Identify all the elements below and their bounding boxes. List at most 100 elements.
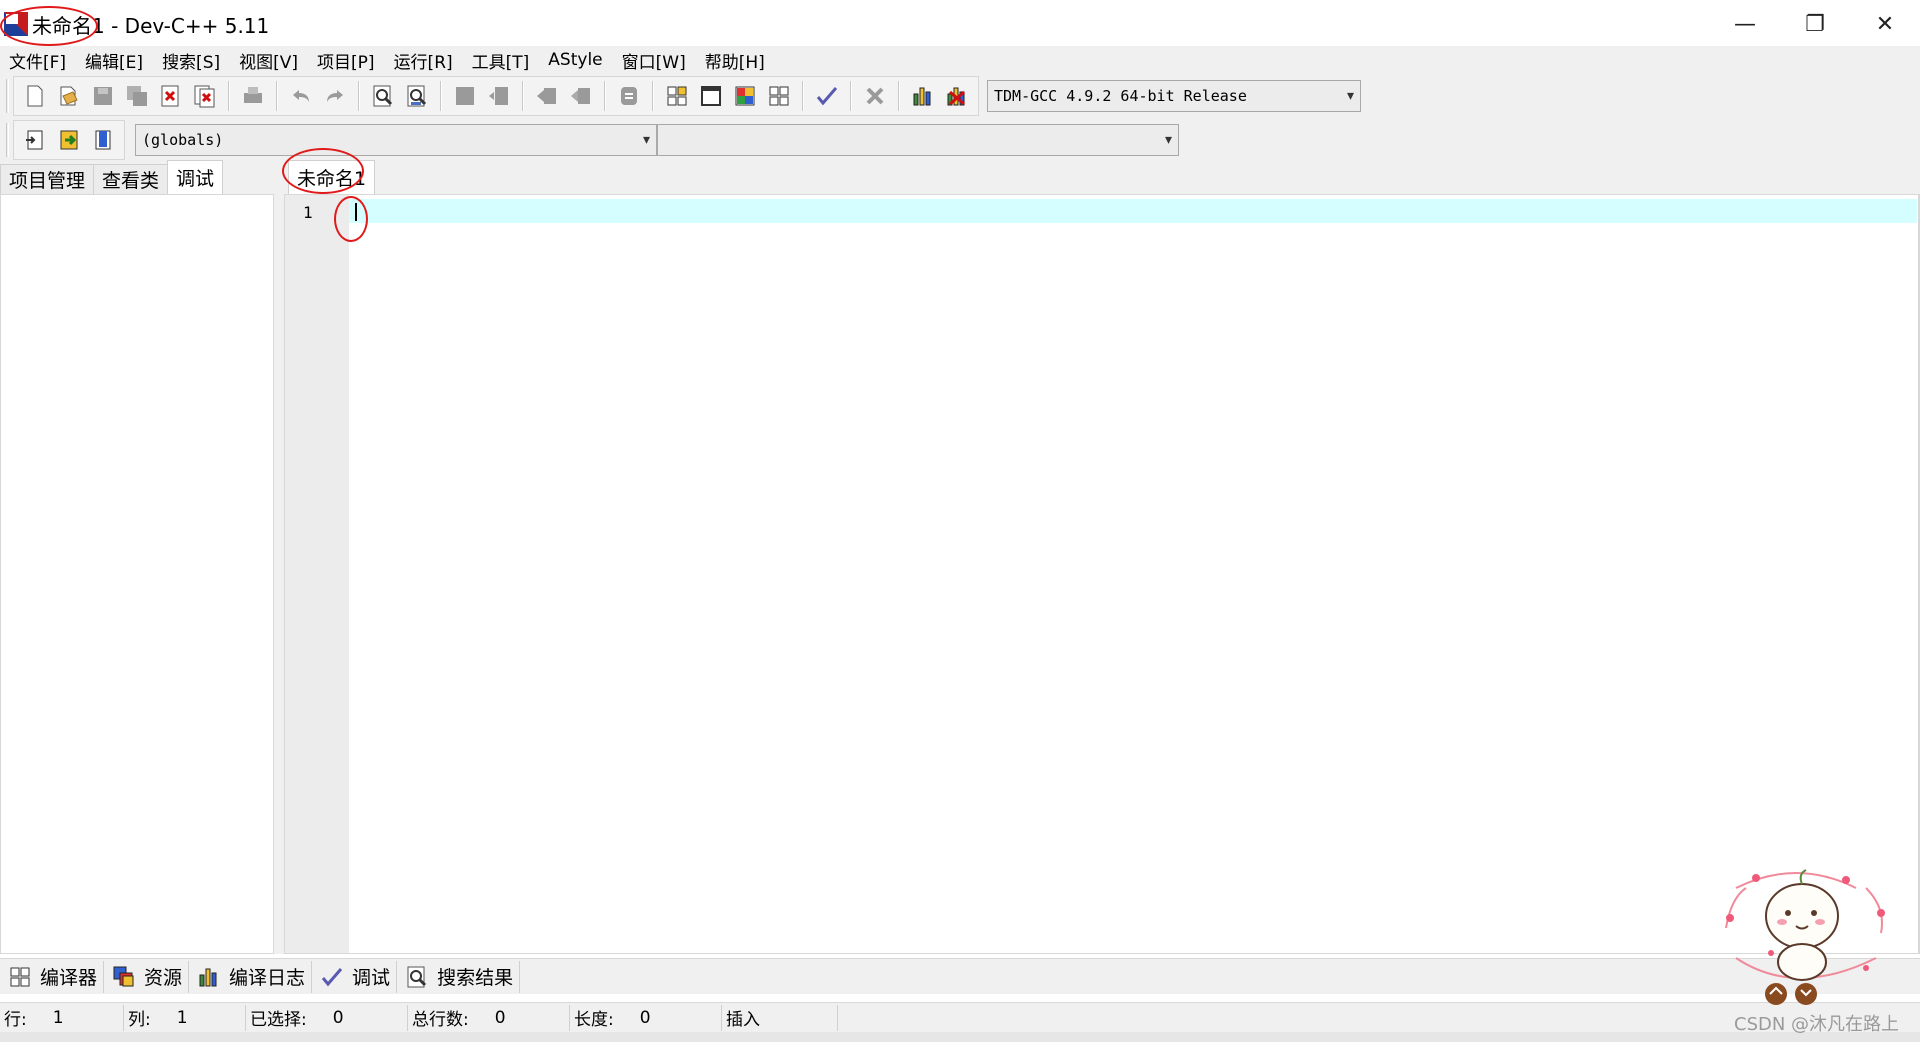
undo-button[interactable] — [284, 79, 318, 113]
close-button[interactable]: ✕ — [1850, 0, 1920, 48]
check-icon — [816, 87, 838, 106]
minimize-button[interactable]: — — [1710, 0, 1780, 48]
tab-class-view[interactable]: 查看类 — [93, 164, 169, 194]
status-length: 长度: 0 — [570, 1004, 722, 1031]
menu-tools[interactable]: 工具[T] — [463, 48, 540, 73]
restore-button[interactable]: ❐ — [1780, 0, 1850, 48]
insert-button[interactable] — [18, 123, 52, 157]
status-length-value: 0 — [639, 1007, 651, 1028]
tab-resources[interactable]: 资源 — [104, 960, 190, 993]
tile-grid-icon — [667, 86, 687, 106]
compiler-select[interactable]: TDM-GCC 4.9.2 64-bit Release ▾ — [987, 80, 1361, 112]
insert-icon — [26, 130, 43, 150]
toolbar-separator — [358, 81, 360, 111]
main-toolbar: TDM-GCC 4.9.2 64-bit Release ▾ — [0, 74, 1920, 118]
new-project-button[interactable] — [660, 79, 694, 113]
status-insert-mode-label: 插入 — [726, 1010, 760, 1030]
replace-button[interactable] — [400, 79, 434, 113]
chevron-down-icon: ▾ — [1164, 132, 1172, 148]
save-all-button[interactable] — [120, 79, 154, 113]
class-browser-button[interactable] — [762, 79, 796, 113]
code-editor[interactable]: 1 — [284, 194, 1920, 954]
menu-view[interactable]: 视图[V] — [230, 48, 308, 73]
goto-line-button[interactable] — [482, 79, 516, 113]
status-row-value: 1 — [52, 1007, 64, 1028]
close-icon: ✕ — [1875, 11, 1895, 37]
new-file-button[interactable] — [18, 79, 52, 113]
open-file-button[interactable] — [52, 79, 86, 113]
status-col: 列: 1 — [124, 1004, 246, 1031]
goto-button[interactable] — [448, 79, 482, 113]
toolbar-separator — [522, 81, 524, 111]
project-options-button[interactable] — [728, 79, 762, 113]
status-col-label: 列: — [128, 1010, 151, 1030]
toolbar-grip[interactable] — [6, 123, 9, 157]
open-folder-icon — [60, 86, 78, 106]
bookmark-icon — [95, 130, 111, 150]
toolbar-separator — [228, 81, 230, 111]
menu-file[interactable]: 文件[F] — [0, 48, 76, 73]
menu-project[interactable]: 项目[P] — [308, 48, 385, 73]
close-file-button[interactable] — [154, 79, 188, 113]
compiler-select-value: TDM-GCC 4.9.2 64-bit Release — [994, 87, 1247, 105]
menu-search[interactable]: 搜索[S] — [153, 48, 230, 73]
indent-icon — [571, 88, 590, 104]
title-bar: 未命名1 - Dev-C++ 5.11 — ❐ ✕ — [0, 0, 1920, 48]
indent-button[interactable] — [564, 79, 598, 113]
delete-chart-icon — [947, 87, 965, 106]
annotation-circle-title — [0, 6, 98, 46]
unindent-button[interactable] — [530, 79, 564, 113]
left-panel-content[interactable] — [0, 194, 274, 954]
status-col-value: 1 — [176, 1007, 188, 1028]
menu-window[interactable]: 窗口[W] — [613, 48, 696, 73]
toolbar-separator — [276, 81, 278, 111]
close-all-button[interactable] — [188, 79, 222, 113]
toolbar-separator — [802, 81, 804, 111]
toolbar-separator — [652, 81, 654, 111]
status-row: 行: 1 — [0, 1004, 124, 1031]
printer-icon — [244, 87, 262, 103]
tab-project-manager[interactable]: 项目管理 — [0, 164, 95, 194]
tab-compiler[interactable]: 编译器 — [0, 960, 105, 993]
function-select[interactable]: ▾ — [657, 124, 1179, 156]
find-button[interactable] — [366, 79, 400, 113]
toggle-comment-button[interactable] — [612, 79, 646, 113]
unindent-icon — [537, 88, 556, 104]
minimize-icon: — — [1734, 11, 1756, 37]
save-icon — [94, 87, 112, 105]
tab-compile-log[interactable]: 编译日志 — [189, 960, 313, 993]
save-all-icon — [127, 86, 147, 106]
status-total-lines-label: 总行数: — [412, 1010, 469, 1030]
stop-button[interactable] — [858, 79, 892, 113]
delete-profile-button[interactable] — [940, 79, 974, 113]
compiler-grid-icon — [10, 967, 30, 986]
bottom-panel-tabs: 编译器 资源 编译日志 调试 搜索结果 — [0, 958, 1920, 994]
four-squares-icon — [769, 86, 789, 106]
toolbar-grip[interactable] — [6, 79, 9, 113]
cartoon-sticker-image — [1725, 869, 1885, 1005]
menu-help[interactable]: 帮助[H] — [696, 48, 775, 73]
save-button[interactable] — [86, 79, 120, 113]
menu-run[interactable]: 运行[R] — [385, 48, 463, 73]
left-panel-tabs: 项目管理 查看类 调试 — [0, 160, 274, 194]
csdn-watermark: CSDN @沐凡在路上 — [1734, 1014, 1900, 1035]
print-button[interactable] — [236, 79, 270, 113]
redo-button[interactable] — [318, 79, 352, 113]
close-all-icon — [194, 85, 215, 108]
tab-debug[interactable]: 调试 — [167, 160, 224, 194]
bar-chart-icon — [913, 87, 931, 106]
syntax-check-button[interactable] — [810, 79, 844, 113]
menu-astyle[interactable]: AStyle — [539, 50, 612, 70]
editor-tabs: 未命名1 — [284, 160, 1920, 194]
menu-edit[interactable]: 编辑[E] — [76, 48, 153, 73]
redo-icon — [327, 90, 343, 102]
globals-select[interactable]: (globals) ▾ — [135, 124, 657, 156]
profile-button[interactable] — [906, 79, 940, 113]
toggle-bookmark-button[interactable] — [52, 123, 86, 157]
full-screen-button[interactable] — [694, 79, 728, 113]
vertical-splitter[interactable] — [274, 160, 284, 954]
tab-debug-output[interactable]: 调试 — [312, 960, 398, 993]
color-grid-icon — [735, 86, 755, 106]
tab-search-results[interactable]: 搜索结果 — [397, 960, 521, 993]
goto-bookmark-button[interactable] — [86, 123, 120, 157]
